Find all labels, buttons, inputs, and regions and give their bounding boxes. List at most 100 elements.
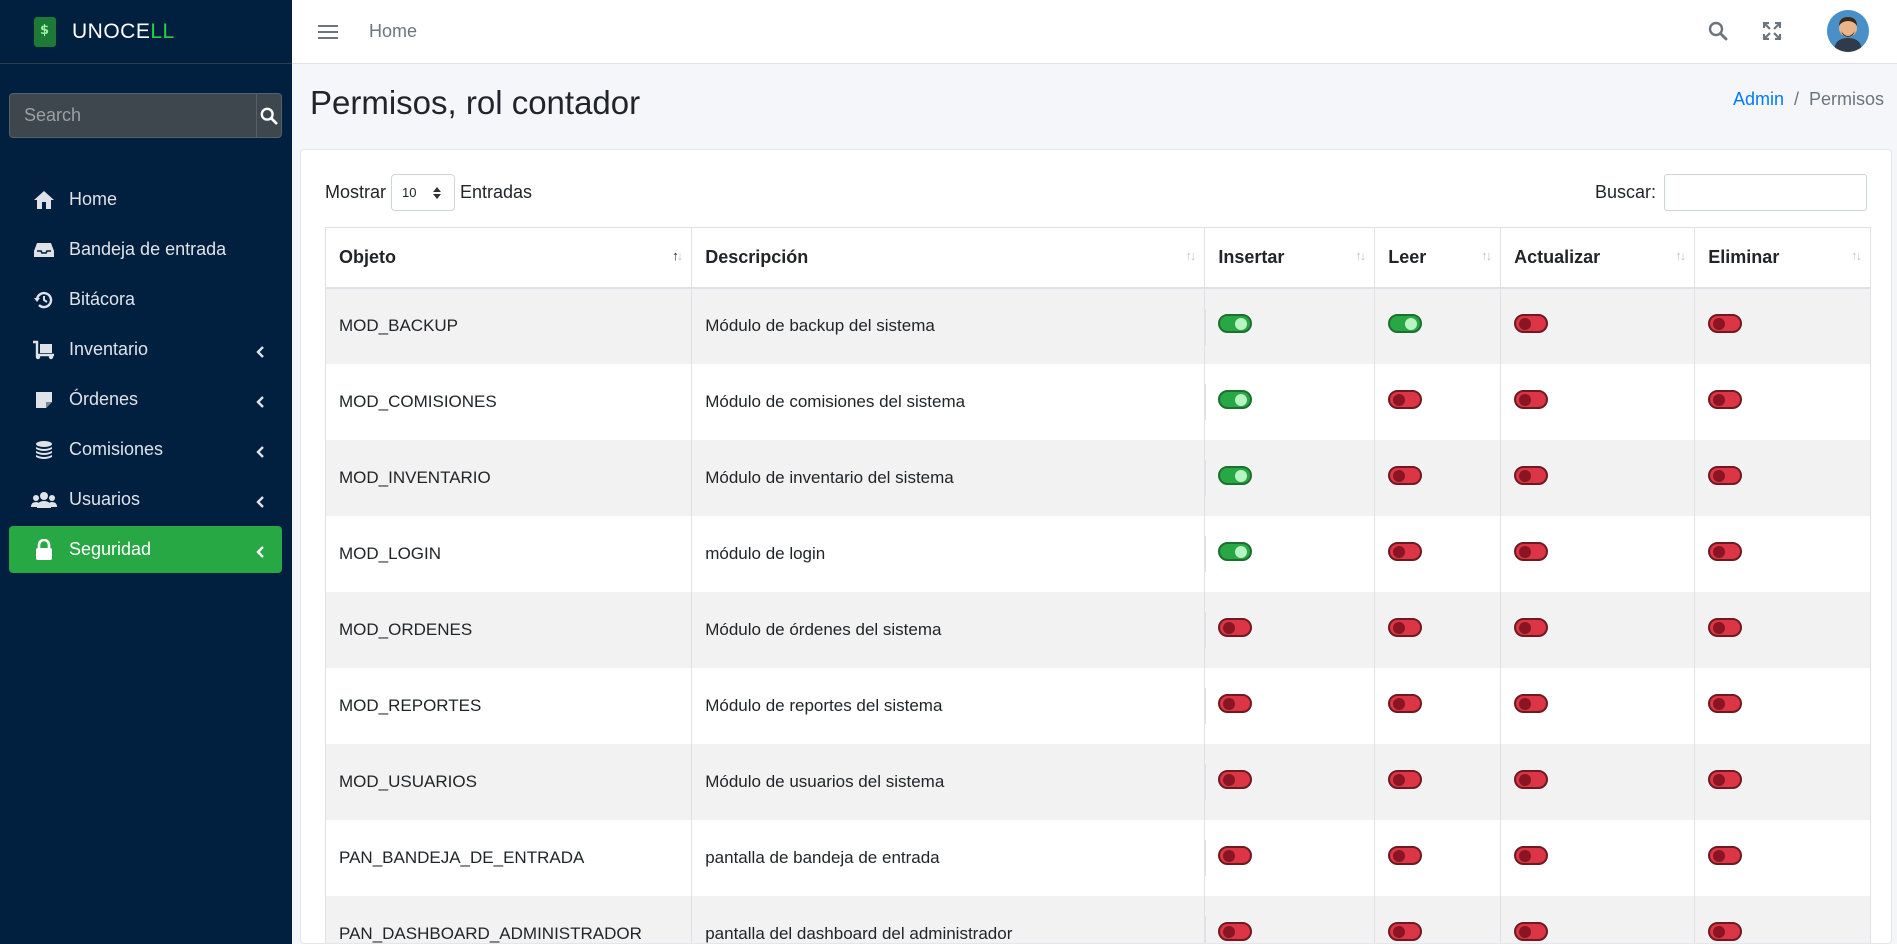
- cell-actualizar: [1500, 439, 1696, 516]
- column-header-leer[interactable]: Leer ↑↓: [1374, 227, 1502, 289]
- actualizar-toggle[interactable]: [1514, 617, 1549, 637]
- lock-icon: [31, 538, 57, 561]
- cell-insertar: [1204, 667, 1376, 744]
- eliminar-toggle[interactable]: [1708, 541, 1743, 561]
- insertar-toggle[interactable]: [1218, 845, 1253, 865]
- cell-actualizar: [1500, 591, 1696, 668]
- breadcrumb-admin-link[interactable]: Admin: [1733, 89, 1784, 109]
- toggle-knob: [1713, 393, 1726, 406]
- sidebar-search-input[interactable]: [10, 94, 256, 137]
- cell-actualizar: [1500, 667, 1696, 744]
- sidebar-item-usuarios[interactable]: Usuarios: [9, 476, 282, 523]
- column-header-descripcion[interactable]: Descripción ↑↓: [691, 227, 1206, 289]
- cell-descripcion: Módulo de usuarios del sistema: [691, 743, 1206, 820]
- actualizar-toggle[interactable]: [1514, 314, 1549, 333]
- history-icon: [31, 289, 57, 311]
- cell-leer: [1374, 667, 1502, 744]
- insertar-toggle[interactable]: [1218, 693, 1253, 713]
- sidebar-item-ordenes[interactable]: Órdenes: [9, 376, 282, 423]
- brand[interactable]: UNOCELL: [0, 0, 292, 64]
- sidebar-item-bandeja[interactable]: Bandeja de entrada: [9, 226, 282, 273]
- sidebar-item-home[interactable]: Home: [9, 176, 282, 223]
- cell-leer: [1374, 895, 1502, 943]
- column-header-actualizar[interactable]: Actualizar ↑↓: [1500, 227, 1696, 289]
- column-header-objeto[interactable]: Objeto ↑↓: [324, 227, 693, 289]
- actualizar-toggle[interactable]: [1514, 541, 1549, 561]
- topbar-home-link[interactable]: Home: [369, 21, 417, 42]
- fullscreen-icon[interactable]: [1759, 18, 1785, 44]
- actualizar-toggle[interactable]: [1514, 389, 1549, 409]
- insertar-toggle[interactable]: [1218, 465, 1253, 485]
- insertar-toggle[interactable]: [1218, 617, 1253, 637]
- column-header-eliminar[interactable]: Eliminar ↑↓: [1694, 227, 1871, 289]
- leer-toggle[interactable]: [1388, 465, 1423, 485]
- leer-toggle[interactable]: [1388, 541, 1423, 561]
- leer-toggle[interactable]: [1388, 617, 1423, 637]
- actualizar-toggle[interactable]: [1514, 921, 1549, 941]
- table-row: PAN_BANDEJA_DE_ENTRADA pantalla de bandej…: [324, 819, 1871, 896]
- entries-length: Mostrar 10 Entradas: [325, 174, 532, 211]
- toggle-knob: [1519, 469, 1532, 482]
- toggle-knob: [1235, 545, 1248, 558]
- sort-icon: ↑↓: [1851, 248, 1862, 263]
- cell-objeto: MOD_REPORTES: [324, 667, 693, 744]
- entries-select-value: 10: [402, 185, 417, 200]
- eliminar-toggle[interactable]: [1708, 389, 1743, 409]
- eliminar-toggle[interactable]: [1708, 845, 1743, 865]
- filter-input[interactable]: [1664, 174, 1867, 211]
- leer-toggle[interactable]: [1388, 921, 1423, 941]
- eliminar-toggle[interactable]: [1708, 921, 1743, 941]
- search-icon[interactable]: [1705, 18, 1731, 44]
- cell-descripcion: Módulo de reportes del sistema: [691, 667, 1206, 744]
- menu-toggle-icon[interactable]: [318, 22, 338, 42]
- eliminar-toggle[interactable]: [1708, 314, 1743, 333]
- leer-toggle[interactable]: [1388, 389, 1423, 409]
- insertar-toggle[interactable]: [1218, 769, 1253, 789]
- toggle-knob: [1713, 849, 1726, 862]
- cell-eliminar: [1694, 515, 1871, 592]
- cell-insertar: [1204, 287, 1376, 364]
- sort-icon: ↑↓: [1185, 248, 1196, 263]
- toggle-knob: [1519, 849, 1532, 862]
- eliminar-toggle[interactable]: [1708, 693, 1743, 713]
- cell-eliminar: [1694, 439, 1871, 516]
- avatar[interactable]: [1827, 10, 1869, 52]
- toggle-knob: [1519, 697, 1532, 710]
- actualizar-toggle[interactable]: [1514, 693, 1549, 713]
- insertar-toggle[interactable]: [1218, 314, 1253, 333]
- eliminar-toggle[interactable]: [1708, 617, 1743, 637]
- table-header-row: Objeto ↑↓ Descripción ↑↓ Insertar ↑↓ Leer ↑↓…: [324, 227, 1871, 289]
- table-row: MOD_USUARIOS Módulo de usuarios del siste…: [324, 743, 1871, 820]
- leer-toggle[interactable]: [1388, 693, 1423, 713]
- entries-select[interactable]: 10: [391, 174, 456, 211]
- toggle-knob: [1235, 469, 1248, 482]
- sidebar-item-bitacora[interactable]: Bitácora: [9, 276, 282, 323]
- cell-actualizar: [1500, 515, 1696, 592]
- sort-asc-icon: ↑↓: [672, 248, 683, 263]
- breadcrumb-current: Permisos: [1808, 89, 1884, 109]
- toggle-knob: [1713, 318, 1726, 330]
- eliminar-toggle[interactable]: [1708, 769, 1743, 789]
- cell-actualizar: [1500, 743, 1696, 820]
- column-header-insertar[interactable]: Insertar ↑↓: [1204, 227, 1376, 289]
- insertar-toggle[interactable]: [1218, 921, 1253, 941]
- insertar-toggle[interactable]: [1218, 541, 1253, 561]
- sidebar-item-seguridad[interactable]: Seguridad: [9, 526, 282, 573]
- sidebar-search-button[interactable]: [256, 94, 281, 137]
- sidebar-item-comisiones[interactable]: Comisiones: [9, 426, 282, 473]
- leer-toggle[interactable]: [1388, 769, 1423, 789]
- leer-toggle[interactable]: [1388, 845, 1423, 865]
- eliminar-toggle[interactable]: [1708, 465, 1743, 485]
- coins-icon: [31, 439, 57, 461]
- leer-toggle[interactable]: [1388, 314, 1423, 333]
- dolly-icon: [31, 339, 57, 361]
- insertar-toggle[interactable]: [1218, 389, 1253, 409]
- sidebar-nav: Home Bandeja de entrada Bitácora Inventa…: [9, 176, 282, 576]
- filter-label: Buscar:: [1594, 182, 1656, 202]
- actualizar-toggle[interactable]: [1514, 845, 1549, 865]
- permissions-card: Mostrar 10 Entradas Buscar: Objeto ↑↓ Des…: [300, 149, 1892, 944]
- sidebar-item-inventario[interactable]: Inventario: [9, 326, 282, 373]
- table-row: MOD_INVENTARIO Módulo de inventario del s…: [324, 439, 1871, 516]
- actualizar-toggle[interactable]: [1514, 465, 1549, 485]
- actualizar-toggle[interactable]: [1514, 769, 1549, 789]
